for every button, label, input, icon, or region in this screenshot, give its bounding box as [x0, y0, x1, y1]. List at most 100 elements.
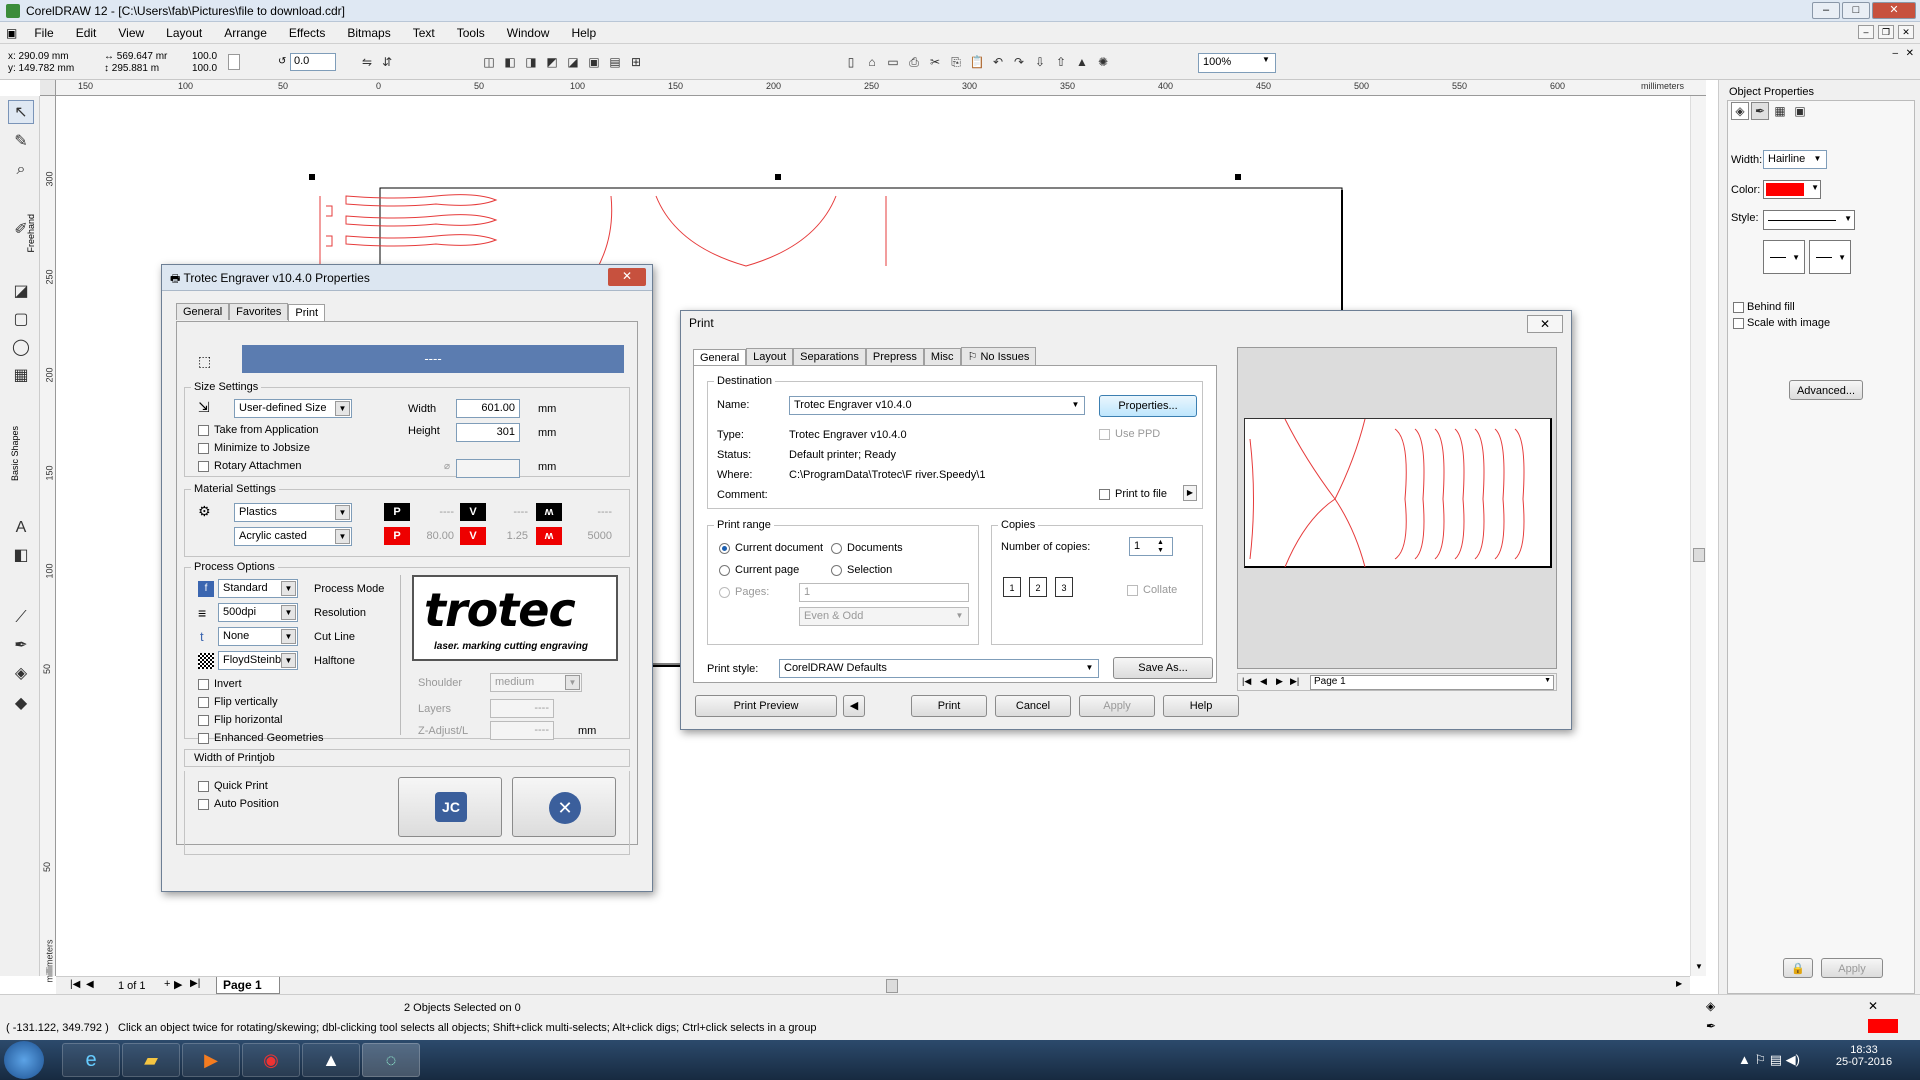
- object-height[interactable]: 295.881 m: [112, 63, 159, 74]
- ruler-origin[interactable]: [40, 80, 56, 96]
- general-tab-icon[interactable]: ▦: [1771, 102, 1789, 120]
- trim-icon[interactable]: ◧: [501, 53, 519, 71]
- page-tab[interactable]: Page 1: [216, 977, 280, 994]
- mirror-v-icon[interactable]: ⇵: [378, 53, 396, 71]
- help-button[interactable]: Help: [1163, 695, 1239, 717]
- vertical-scrollbar[interactable]: ▼: [1690, 96, 1706, 976]
- outline-tool-icon[interactable]: ✒: [8, 634, 34, 658]
- corel-online-icon[interactable]: ✺: [1094, 53, 1112, 71]
- save-as-button[interactable]: Save As...: [1113, 657, 1213, 679]
- pages-input[interactable]: 1: [799, 583, 969, 602]
- print-close-button[interactable]: ✕: [1527, 315, 1563, 333]
- explorer-icon[interactable]: ▰: [122, 1043, 180, 1077]
- print-to-file-checkbox[interactable]: [1099, 489, 1110, 500]
- doc-restore-button[interactable]: ❐: [1878, 25, 1894, 39]
- apply-button[interactable]: Apply: [1821, 958, 1883, 978]
- lock-icon[interactable]: 🔒: [1783, 958, 1813, 978]
- text-tool-icon[interactable]: A: [8, 516, 34, 540]
- zoom-tool-icon[interactable]: ⌕: [8, 158, 34, 182]
- rectangle-tool-icon[interactable]: ▢: [8, 308, 34, 332]
- menu-layout[interactable]: Layout: [155, 26, 213, 40]
- start-arrow-combo[interactable]: ▼: [1763, 240, 1805, 274]
- size-combo[interactable]: User-defined Size ▼: [234, 399, 352, 418]
- properties-button[interactable]: Properties...: [1099, 395, 1197, 417]
- use-ppd-checkbox[interactable]: [1099, 429, 1110, 440]
- lock-ratio-icon[interactable]: [228, 54, 240, 70]
- rotary-input[interactable]: [456, 459, 520, 478]
- height-input[interactable]: 301: [456, 423, 520, 442]
- front-minus-back-icon[interactable]: ◪: [564, 53, 582, 71]
- rotary-checkbox[interactable]: [198, 461, 209, 472]
- tray-icons[interactable]: ▲ ⚐ ▤ ◀): [1738, 1052, 1800, 1068]
- start-button[interactable]: [4, 1041, 44, 1079]
- outline-color-picker[interactable]: ▼: [1763, 180, 1821, 199]
- docker-close-icon[interactable]: ✕: [1906, 48, 1914, 59]
- current-page-radio[interactable]: [719, 565, 730, 576]
- menu-text[interactable]: Text: [402, 26, 446, 40]
- docker-minimize-icon[interactable]: –: [1892, 48, 1898, 59]
- scroll-thumb[interactable]: [1693, 548, 1705, 562]
- cancel-button[interactable]: Cancel: [995, 695, 1071, 717]
- scale-with-image-checkbox[interactable]: [1733, 318, 1744, 329]
- layers-input[interactable]: ----: [490, 699, 554, 718]
- tab-no-issues[interactable]: ⚐ No Issues: [960, 347, 1037, 365]
- ie-icon[interactable]: e: [62, 1043, 120, 1077]
- simplify-icon[interactable]: ◩: [543, 53, 561, 71]
- resolution-combo[interactable]: 500dpi ▼: [218, 603, 298, 622]
- cut-icon[interactable]: ✂: [926, 53, 944, 71]
- print-to-file-options-icon[interactable]: ▶: [1183, 485, 1197, 501]
- selection-radio[interactable]: [831, 565, 842, 576]
- angle-input[interactable]: 0.0: [290, 53, 336, 71]
- end-arrow-combo[interactable]: ▼: [1809, 240, 1851, 274]
- print-button[interactable]: Print: [911, 695, 987, 717]
- cancel-job-button[interactable]: ✕: [512, 777, 616, 837]
- cut-line-combo[interactable]: None ▼: [218, 627, 298, 646]
- tab-separations[interactable]: Separations: [793, 348, 866, 365]
- maximize-button[interactable]: □: [1842, 2, 1870, 19]
- menu-bitmaps[interactable]: Bitmaps: [336, 26, 401, 40]
- tab-general[interactable]: General: [176, 303, 230, 320]
- behind-fill-checkbox[interactable]: [1733, 302, 1744, 313]
- print-preview-button[interactable]: Print Preview: [695, 695, 837, 717]
- mirror-icon[interactable]: ⇋: [358, 53, 376, 71]
- menu-tools[interactable]: Tools: [446, 26, 496, 40]
- minimize-jobsize-checkbox[interactable]: [198, 443, 209, 454]
- save-icon[interactable]: ▭: [884, 53, 902, 71]
- copies-input[interactable]: 1: [1129, 537, 1173, 556]
- next-page-icon[interactable]: ▶: [1276, 676, 1283, 687]
- preview-page-combo[interactable]: Page 1 ▼: [1310, 675, 1554, 690]
- copies-spinner-icon[interactable]: ▲ ▼: [1157, 539, 1164, 555]
- menu-window[interactable]: Window: [496, 26, 561, 40]
- collate-checkbox[interactable]: [1127, 585, 1138, 596]
- coreldraw-task-icon[interactable]: ◌: [362, 1043, 420, 1077]
- apply-button[interactable]: Apply: [1079, 695, 1155, 717]
- invert-checkbox[interactable]: [198, 679, 209, 690]
- auto-position-checkbox[interactable]: [198, 799, 209, 810]
- tab-favorites[interactable]: Favorites: [229, 303, 289, 320]
- align-icon[interactable]: ⊞: [627, 53, 645, 71]
- material-type-combo[interactable]: Acrylic casted ▼: [234, 527, 352, 546]
- pages-radio[interactable]: [719, 587, 730, 598]
- menu-effects[interactable]: Effects: [278, 26, 336, 40]
- fill-tab-icon[interactable]: ◈: [1731, 102, 1749, 120]
- export-icon[interactable]: ⇧: [1052, 53, 1070, 71]
- smart-fill-icon[interactable]: ◪: [8, 280, 34, 304]
- doc-icon[interactable]: ▣: [0, 26, 23, 40]
- open-icon[interactable]: ⌂: [863, 53, 881, 71]
- shoulder-combo[interactable]: medium ▼: [490, 673, 582, 692]
- even-odd-combo[interactable]: Even & Odd ▼: [799, 607, 969, 626]
- detail-tab-icon[interactable]: ▣: [1791, 102, 1809, 120]
- menu-file[interactable]: File: [23, 26, 64, 40]
- line-style-combo[interactable]: ▼: [1763, 210, 1855, 230]
- trotec-close-button[interactable]: ✕: [608, 268, 646, 286]
- printer-name-combo[interactable]: Trotec Engraver v10.4.0 ▼: [789, 396, 1085, 415]
- enhanced-geometries-checkbox[interactable]: [198, 733, 209, 744]
- doc-close-button[interactable]: ✕: [1898, 25, 1914, 39]
- last-page-icon[interactable]: ▶|: [190, 978, 200, 989]
- eyedropper-icon[interactable]: ⟋: [8, 606, 34, 630]
- paste-icon[interactable]: 📋: [968, 53, 986, 71]
- scale-x[interactable]: 100.0: [192, 51, 217, 62]
- current-document-radio[interactable]: [719, 543, 730, 554]
- undo-icon[interactable]: ↶: [989, 53, 1007, 71]
- tab-general[interactable]: General: [693, 349, 747, 366]
